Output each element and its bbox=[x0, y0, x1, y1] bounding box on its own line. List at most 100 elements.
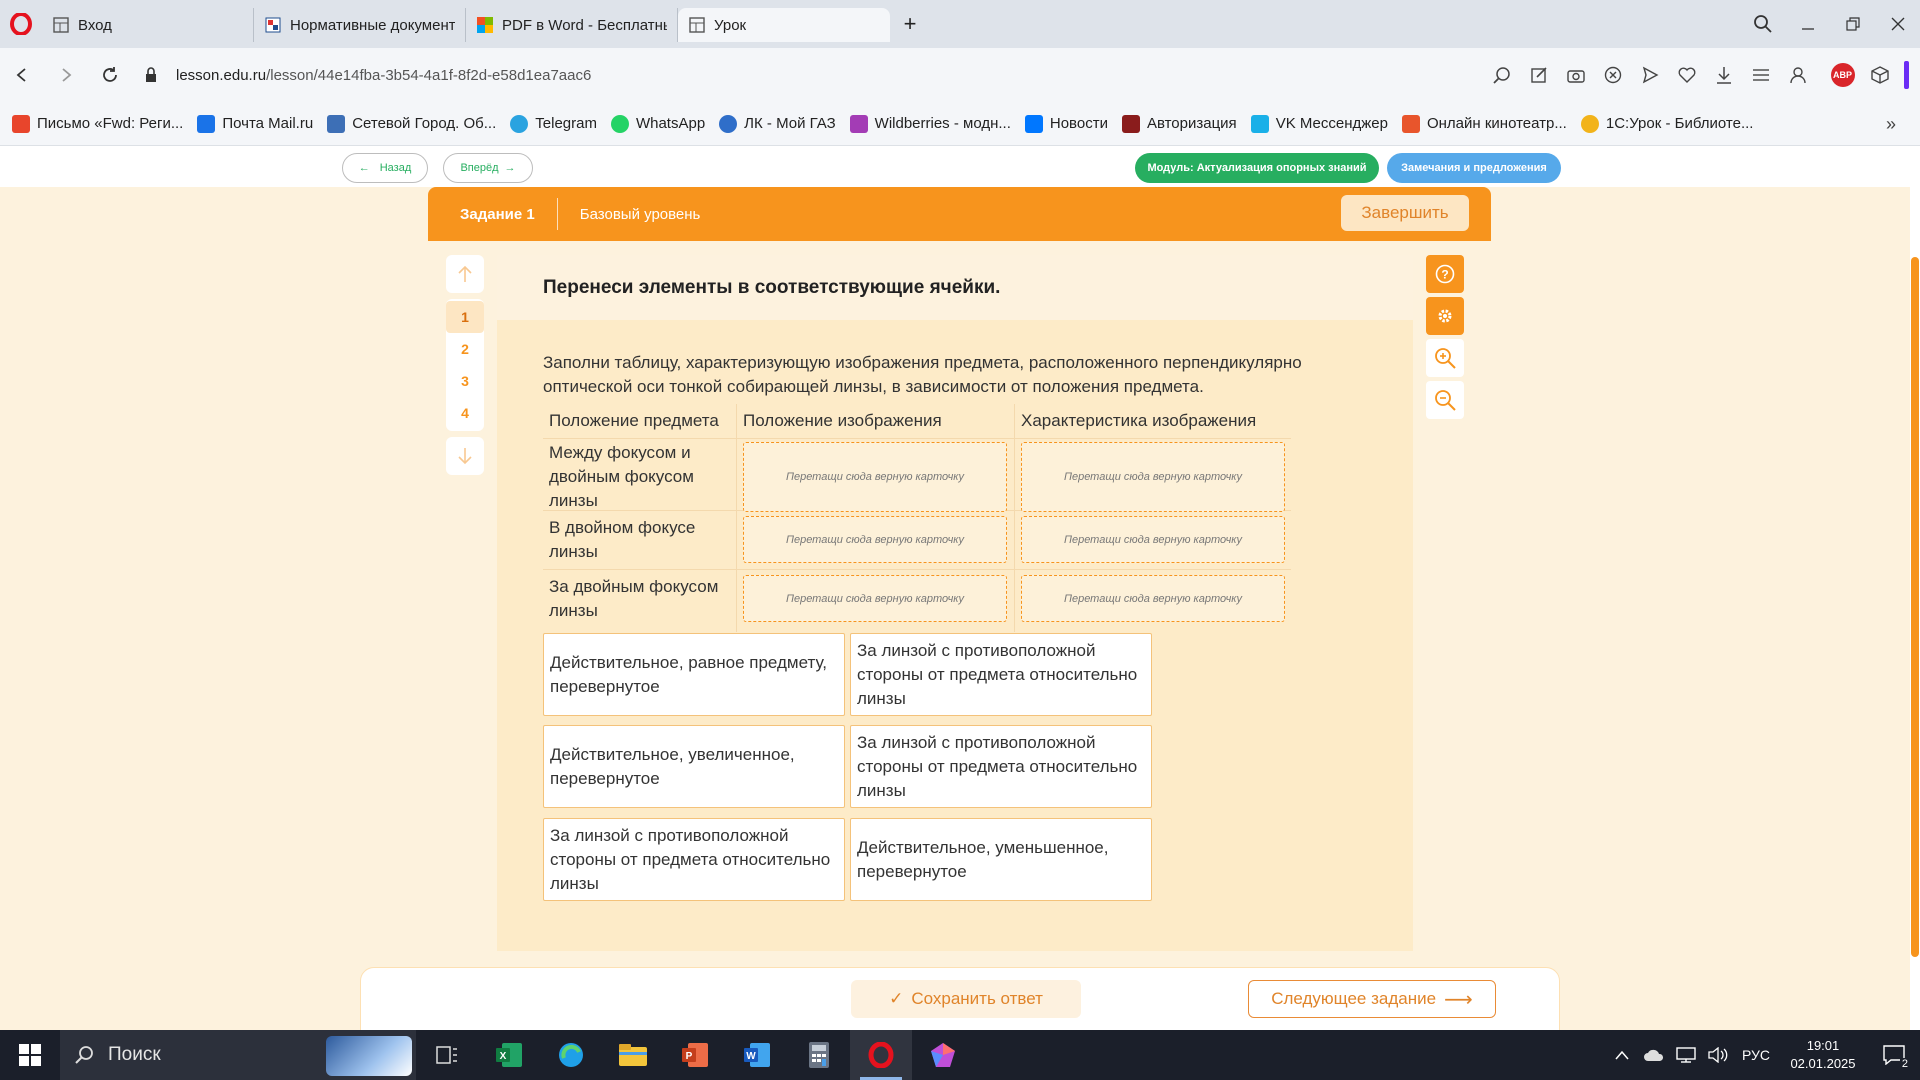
module-badge[interactable]: Модуль: Актуализация опорных знаний bbox=[1135, 153, 1379, 183]
tab-normative-docs[interactable]: Нормативные документы bbox=[254, 8, 466, 42]
calculator-icon[interactable] bbox=[788, 1030, 850, 1080]
task-view-icon[interactable] bbox=[416, 1030, 478, 1080]
bookmark-auth[interactable]: Авторизация bbox=[1121, 114, 1237, 133]
send-icon[interactable] bbox=[1631, 48, 1668, 102]
word-icon[interactable]: W bbox=[726, 1030, 788, 1080]
gear-icon[interactable] bbox=[1426, 297, 1464, 335]
page-scrollbar[interactable] bbox=[1910, 257, 1920, 957]
excel-icon[interactable]: X bbox=[478, 1030, 540, 1080]
system-tray: РУС 19:01 02.01.2025 2 bbox=[1606, 1030, 1920, 1080]
task-number-3[interactable]: 3 bbox=[446, 365, 484, 397]
file-explorer-icon[interactable] bbox=[602, 1030, 664, 1080]
answer-card[interactable]: За линзой с противоположной стороны от п… bbox=[543, 818, 845, 901]
sidebar-toggle-icon[interactable] bbox=[1898, 48, 1914, 102]
url-field[interactable]: lesson.edu.ru/lesson/44e14fba-3b54-4a1f-… bbox=[176, 67, 591, 84]
answer-card[interactable]: Действительное, увеличенное, перевернуто… bbox=[543, 725, 845, 808]
app-gem-icon[interactable] bbox=[912, 1030, 974, 1080]
save-answer-button[interactable]: ✓ Сохранить ответ bbox=[851, 980, 1081, 1018]
help-icon[interactable]: ? bbox=[1426, 255, 1464, 293]
profile-icon[interactable] bbox=[1779, 48, 1816, 102]
task-tools: ? bbox=[1426, 255, 1464, 423]
powerpoint-icon[interactable]: P bbox=[664, 1030, 726, 1080]
drop-zone-row1-position[interactable]: Перетащи сюда верную карточку bbox=[743, 442, 1007, 512]
drop-zone-row2-position[interactable]: Перетащи сюда верную карточку bbox=[743, 516, 1007, 563]
volume-icon[interactable] bbox=[1702, 1030, 1734, 1080]
zoom-out-icon[interactable] bbox=[1426, 381, 1464, 419]
bookmark-vk-messenger[interactable]: VK Мессенджер bbox=[1250, 114, 1388, 133]
lock-icon[interactable] bbox=[136, 48, 166, 102]
finish-button[interactable]: Завершить bbox=[1341, 195, 1469, 231]
scroll-down-icon[interactable] bbox=[446, 437, 484, 475]
tab-vhod[interactable]: Вход bbox=[42, 8, 254, 42]
opera-menu-icon[interactable] bbox=[0, 0, 42, 48]
drop-zone-row3-position[interactable]: Перетащи сюда верную карточку bbox=[743, 575, 1007, 622]
back-icon[interactable] bbox=[0, 48, 44, 102]
gmail-icon bbox=[12, 114, 30, 133]
task-title-bar: Перенеси элементы в соответствующие ячей… bbox=[497, 255, 1413, 320]
bookmark-mail-fwd[interactable]: Письмо «Fwd: Реги... bbox=[12, 114, 183, 133]
auth-icon bbox=[1121, 114, 1140, 133]
1c-icon bbox=[1580, 114, 1599, 133]
forward-icon[interactable] bbox=[44, 48, 88, 102]
reload-icon[interactable] bbox=[88, 48, 132, 102]
input-language[interactable]: РУС bbox=[1734, 1047, 1778, 1063]
lens-search-icon[interactable] bbox=[1483, 48, 1520, 102]
scroll-up-icon[interactable] bbox=[446, 255, 484, 293]
search-highlight-image bbox=[326, 1036, 412, 1076]
clock[interactable]: 19:01 02.01.2025 bbox=[1778, 1037, 1868, 1073]
new-tab-button[interactable]: + bbox=[890, 7, 930, 41]
bookmark-telegram[interactable]: Telegram bbox=[510, 114, 597, 133]
task-number-1[interactable]: 1 bbox=[446, 301, 484, 333]
opera-browser-icon[interactable] bbox=[850, 1030, 912, 1080]
tab-pdf-to-word[interactable]: PDF в Word - Бесплатный bbox=[466, 8, 678, 42]
settings-sliders-icon[interactable] bbox=[1742, 48, 1779, 102]
drop-zone-row2-characteristic[interactable]: Перетащи сюда верную карточку bbox=[1021, 516, 1285, 563]
task-number-2[interactable]: 2 bbox=[446, 333, 484, 365]
answer-card[interactable]: За линзой с противоположной стороны от п… bbox=[850, 725, 1152, 808]
answer-card[interactable]: Действительное, уменьшенное, перевернуто… bbox=[850, 818, 1152, 901]
bookmark-wildberries[interactable]: Wildberries - модн... bbox=[849, 114, 1011, 133]
bookmark-network-city[interactable]: Сетевой Город. Об... bbox=[327, 114, 496, 133]
svg-text:?: ? bbox=[1441, 268, 1448, 282]
onedrive-icon[interactable] bbox=[1638, 1030, 1670, 1080]
answer-card[interactable]: Действительное, равное предмету, перевер… bbox=[543, 633, 845, 716]
network-icon[interactable] bbox=[1670, 1030, 1702, 1080]
bookmark-whatsapp[interactable]: WhatsApp bbox=[610, 114, 705, 133]
bookmark-my-gas[interactable]: ЛК - Мой ГАЗ bbox=[719, 114, 836, 133]
restore-icon[interactable] bbox=[1830, 0, 1875, 48]
download-icon[interactable] bbox=[1705, 48, 1742, 102]
camera-icon[interactable] bbox=[1557, 48, 1594, 102]
notifications-icon[interactable]: 2 bbox=[1868, 1030, 1920, 1080]
forward-button[interactable]: Вперёд → bbox=[443, 153, 533, 183]
network-city-icon bbox=[327, 114, 346, 133]
task-number-4[interactable]: 4 bbox=[446, 397, 484, 429]
extensions-cube-icon[interactable] bbox=[1861, 48, 1898, 102]
edge-icon[interactable] bbox=[540, 1030, 602, 1080]
taskbar-search[interactable]: Поиск bbox=[60, 1030, 416, 1080]
answer-card[interactable]: За линзой с противоположной стороны от п… bbox=[850, 633, 1152, 716]
feedback-button[interactable]: Замечания и предложения bbox=[1387, 153, 1561, 183]
adblock-icon[interactable]: ABP bbox=[1824, 48, 1861, 102]
bookmark-1c-urok[interactable]: 1С:Урок - Библиоте... bbox=[1580, 114, 1753, 133]
bookmark-news[interactable]: Новости bbox=[1024, 114, 1108, 133]
next-task-button[interactable]: Следующее задание ⟶ bbox=[1248, 980, 1496, 1018]
close-window-icon[interactable] bbox=[1875, 0, 1920, 48]
search-tabs-icon[interactable] bbox=[1740, 0, 1785, 48]
edit-icon[interactable] bbox=[1520, 48, 1557, 102]
bookmarks-more-icon[interactable]: » bbox=[1886, 114, 1896, 135]
windows-start-icon[interactable] bbox=[0, 1030, 60, 1080]
zoom-in-icon[interactable] bbox=[1426, 339, 1464, 377]
drop-zone-row1-characteristic[interactable]: Перетащи сюда верную карточку bbox=[1021, 442, 1285, 512]
back-button[interactable]: ← Назад bbox=[342, 153, 428, 183]
search-icon bbox=[75, 1046, 93, 1064]
clock-time: 19:01 bbox=[1806, 1038, 1840, 1053]
heart-icon[interactable] bbox=[1668, 48, 1705, 102]
minimize-icon[interactable] bbox=[1785, 0, 1830, 48]
tab-title: Урок bbox=[714, 16, 747, 34]
bookmark-mail-ru[interactable]: Почта Mail.ru bbox=[197, 114, 313, 133]
tab-urok[interactable]: Урок bbox=[678, 8, 890, 42]
bookmark-online-cinema[interactable]: Онлайн кинотеатр... bbox=[1401, 114, 1567, 133]
chevron-up-icon[interactable] bbox=[1606, 1030, 1638, 1080]
drop-zone-row3-characteristic[interactable]: Перетащи сюда верную карточку bbox=[1021, 575, 1285, 622]
shield-icon[interactable] bbox=[1594, 48, 1631, 102]
